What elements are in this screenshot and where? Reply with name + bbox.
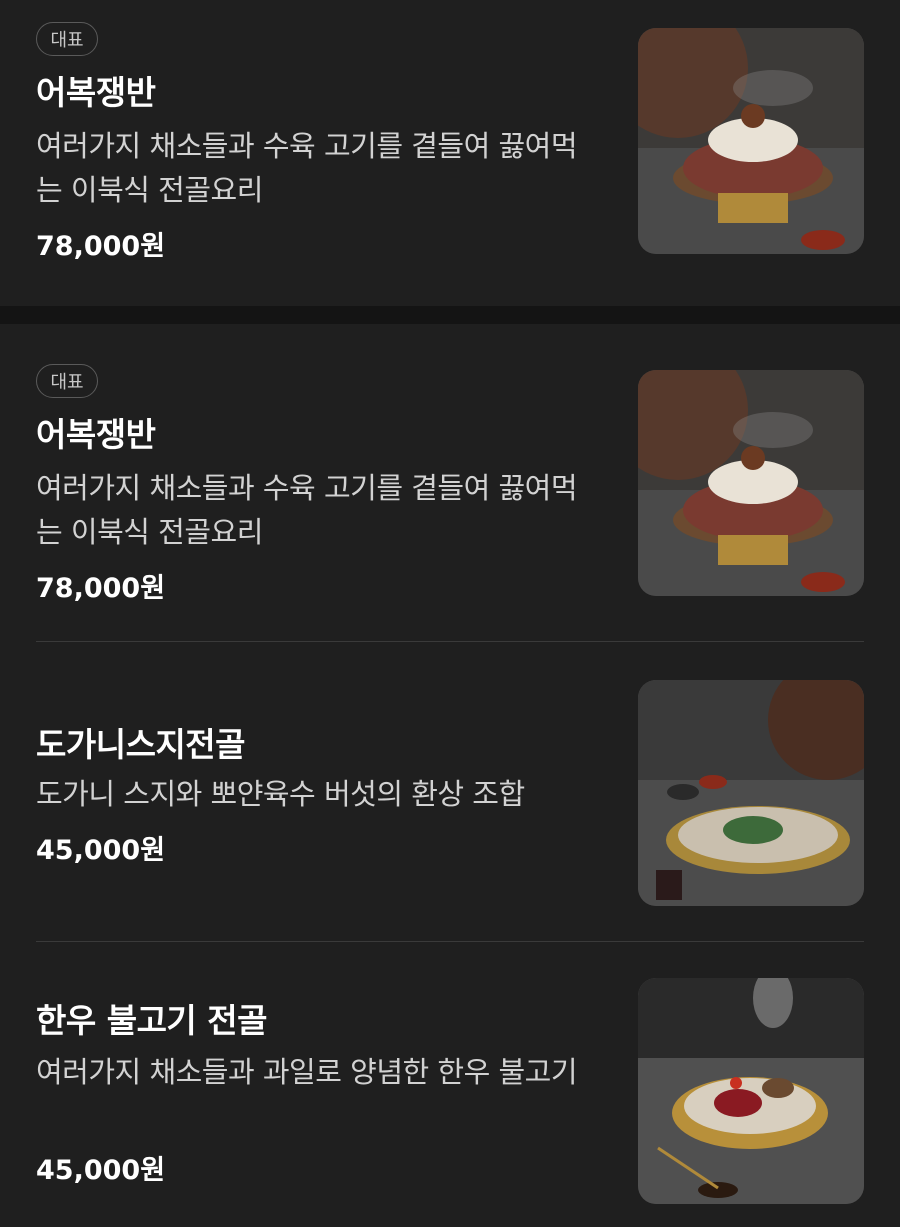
menu-item-price: 45,000원 <box>36 835 166 866</box>
signature-badge: 대표 <box>36 364 98 398</box>
menu-item-photo[interactable] <box>638 370 864 596</box>
eobok-jaengban-image <box>638 370 864 596</box>
menu-item-name: 도가니스지전골 <box>36 725 246 764</box>
hanwoo-bulgogi-jeongol-image <box>638 978 864 1204</box>
menu-item-photo[interactable] <box>638 978 864 1204</box>
menu-item-name: 어복쟁반 <box>36 73 156 112</box>
section-gap <box>0 306 900 324</box>
menu-item-name: 어복쟁반 <box>36 415 156 454</box>
menu-item-price: 78,000원 <box>36 231 166 262</box>
menu-item[interactable]: 대표 어복쟁반 여러가지 채소들과 수육 고기를 곁들여 끓여먹는 이북식 전골… <box>0 0 900 306</box>
menu-item[interactable]: 도가니스지전골 도가니 스지와 뽀얀육수 버섯의 환상 조합 45,000원 <box>0 642 900 942</box>
menu-item-photo[interactable] <box>638 680 864 906</box>
menu-item-description: 도가니 스지와 뽀얀육수 버섯의 환상 조합 <box>36 777 525 811</box>
menu-item-photo[interactable] <box>638 28 864 254</box>
menu-item[interactable]: 한우 불고기 전골 여러가지 채소들과 과일로 양념한 한우 불고기 45,00… <box>0 942 900 1227</box>
eobok-jaengban-image <box>638 28 864 254</box>
menu-item-name: 한우 불고기 전골 <box>36 1001 268 1040</box>
menu-item-price: 78,000원 <box>36 573 166 604</box>
dogani-suji-jeongol-image <box>638 680 864 906</box>
menu-item-price: 45,000원 <box>36 1155 166 1186</box>
menu-item-description: 여러가지 채소들과 수육 고기를 곁들여 끓여먹는 이북식 전골요리 <box>36 129 578 207</box>
menu-item-description: 여러가지 채소들과 과일로 양념한 한우 불고기 <box>36 1055 578 1089</box>
menu-item-description: 여러가지 채소들과 수육 고기를 곁들여 끓여먹는 이북식 전골요리 <box>36 471 578 549</box>
menu-item[interactable]: 대표 어복쟁반 여러가지 채소들과 수육 고기를 곁들여 끓여먹는 이북식 전골… <box>0 324 900 642</box>
signature-badge: 대표 <box>36 22 98 56</box>
